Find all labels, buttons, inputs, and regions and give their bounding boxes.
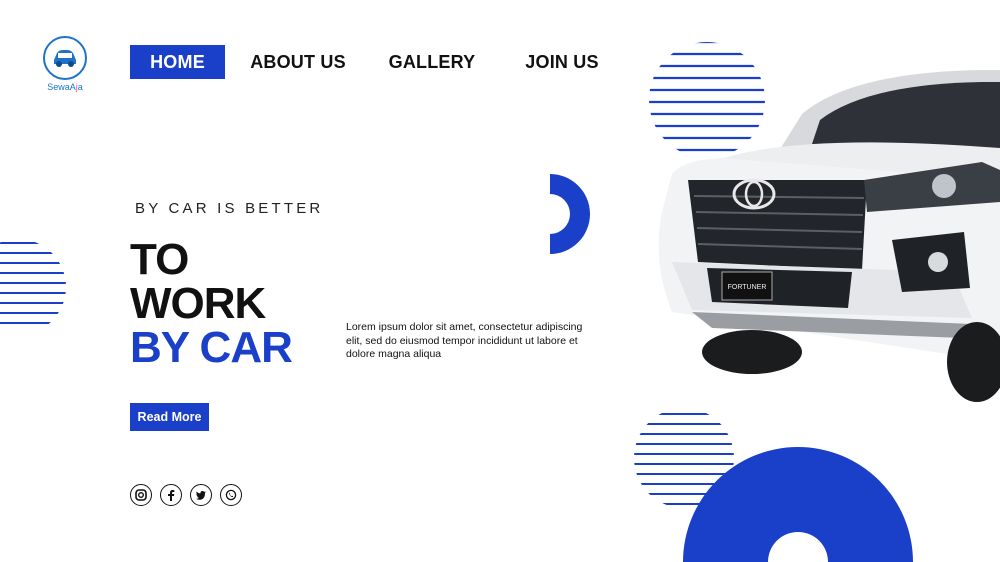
plate-text: FORTUNER [728,284,767,291]
car-image: FORTUNER [658,70,1000,402]
brand-name: SewaAja [47,82,83,92]
nav-gallery[interactable]: GALLERY [388,45,476,79]
nav-home[interactable]: HOME [130,45,225,79]
striped-circle-left [0,242,66,324]
headline-line-3: BY CAR [130,323,293,372]
hero-tagline: BY CAR IS BETTER [135,200,324,217]
social-links [130,484,242,506]
hero-headline: TO WORK BY CAR [130,235,293,372]
nav-about-us[interactable]: ABOUT US [248,45,348,79]
headline-line-1: TO [130,235,189,284]
instagram-icon[interactable] [130,484,152,506]
car-logo-icon [43,36,87,80]
read-more-button[interactable]: Read More [130,403,209,431]
hero-description: Lorem ipsum dolor sit amet, consectetur … [346,321,583,360]
headline-line-2: WORK [130,279,266,328]
facebook-icon[interactable] [160,484,182,506]
nav-join-us[interactable]: JOIN US [522,45,602,79]
twitter-icon[interactable] [190,484,212,506]
whatsapp-icon[interactable] [220,484,242,506]
half-ring-shape [550,174,590,254]
brand-logo[interactable]: SewaAja [40,36,90,92]
